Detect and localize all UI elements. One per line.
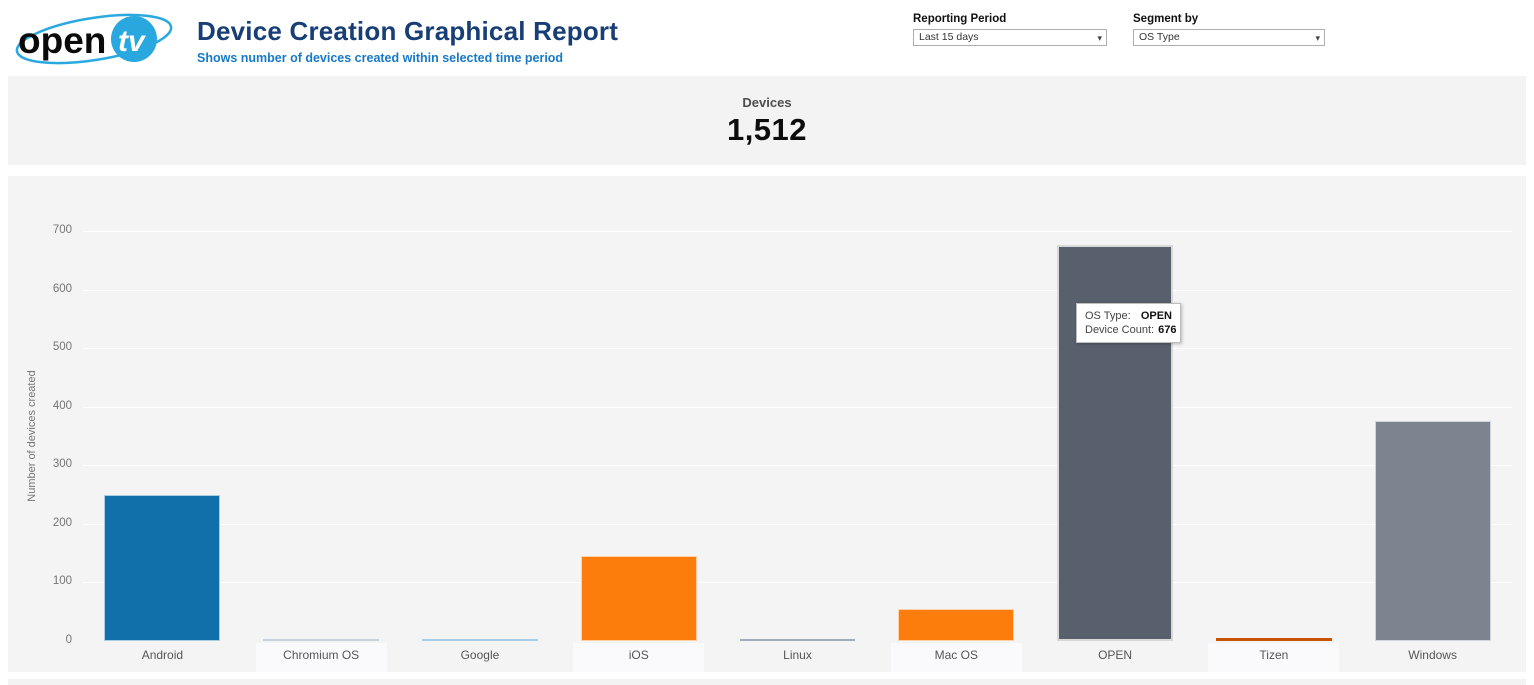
- opentv-logo: open tv: [12, 8, 177, 75]
- tooltip-device-count-value: 676: [1158, 323, 1176, 337]
- column-linux: [718, 231, 877, 641]
- devices-metric-card: Devices 1,512: [8, 76, 1526, 165]
- y-axis-title: Number of devices created: [26, 356, 38, 516]
- y-tick-0: 0: [20, 634, 72, 646]
- bar-mac-os[interactable]: [898, 609, 1014, 641]
- page-title: Device Creation Graphical Report: [197, 16, 618, 47]
- column-mac-os: [877, 231, 1036, 641]
- bar-chromium-os[interactable]: [263, 639, 379, 641]
- bar-android[interactable]: [104, 495, 220, 641]
- chart-tooltip: OS Type: OPEN Device Count: 676: [1076, 303, 1181, 343]
- tooltip-device-count-label: Device Count:: [1085, 323, 1154, 337]
- bottom-divider: [0, 672, 1534, 679]
- logo-word-open: open: [18, 20, 106, 61]
- segment-by-label: Segment by: [1133, 13, 1325, 25]
- column-ios: [559, 231, 718, 641]
- x-label-linux: Linux: [732, 643, 863, 672]
- column-android: [83, 231, 242, 641]
- segment-by-value: OS Type: [1139, 31, 1180, 43]
- x-label-chromium-os: Chromium OS: [256, 643, 387, 672]
- x-label-mac-os: Mac OS: [891, 643, 1022, 672]
- devices-metric-value: 1,512: [8, 112, 1526, 148]
- bar-ios[interactable]: [581, 556, 697, 641]
- opentv-logo-icon: open tv: [12, 8, 177, 70]
- page-subtitle: Shows number of devices created within s…: [197, 51, 618, 65]
- column-tizen: [1194, 231, 1353, 641]
- chevron-down-icon: ▾: [1097, 31, 1102, 46]
- y-tick-500: 500: [20, 341, 72, 353]
- reporting-period-label: Reporting Period: [913, 13, 1107, 25]
- column-google: [401, 231, 560, 641]
- x-axis-labels: Android Chromium OS Google iOS Linux Mac OS OP…: [83, 643, 1512, 672]
- chevron-down-icon: ▾: [1315, 31, 1320, 46]
- segment-by-select[interactable]: OS Type ▾: [1133, 29, 1325, 46]
- reporting-period-select[interactable]: Last 15 days ▾: [913, 29, 1107, 46]
- bar-windows[interactable]: [1375, 421, 1491, 641]
- segment-by-control: Segment by OS Type ▾: [1133, 13, 1325, 46]
- logo-word-tv: tv: [118, 25, 147, 58]
- y-tick-100: 100: [20, 575, 72, 587]
- x-label-windows: Windows: [1367, 643, 1498, 672]
- app-header: open tv Device Creation Graphical Report…: [0, 0, 1534, 76]
- tooltip-os-type-label: OS Type:: [1085, 309, 1131, 323]
- tooltip-device-count-row: Device Count: 676: [1085, 323, 1172, 337]
- bar-tizen[interactable]: [1216, 638, 1332, 641]
- y-tick-300: 300: [20, 458, 72, 470]
- plot-area: [83, 231, 1512, 641]
- x-label-android: Android: [97, 643, 228, 672]
- tooltip-os-type-value: OPEN: [1141, 309, 1172, 323]
- band-divider: [0, 165, 1534, 176]
- column-chromium-os: [242, 231, 401, 641]
- tooltip-os-type-row: OS Type: OPEN: [1085, 309, 1172, 323]
- y-tick-700: 700: [20, 224, 72, 236]
- devices-metric-label: Devices: [8, 95, 1526, 110]
- y-tick-200: 200: [20, 517, 72, 529]
- bar-google[interactable]: [422, 639, 538, 641]
- x-label-google: Google: [415, 643, 546, 672]
- x-label-tizen: Tizen: [1208, 643, 1339, 672]
- x-label-ios: iOS: [573, 643, 704, 672]
- column-windows: [1353, 231, 1512, 641]
- device-bar-chart: Number of devices created 0 100 200 300 400 5…: [8, 176, 1526, 672]
- reporting-period-value: Last 15 days: [919, 31, 979, 43]
- column-open: [1036, 231, 1195, 641]
- x-label-open: OPEN: [1050, 643, 1181, 672]
- y-tick-600: 600: [20, 283, 72, 295]
- bottom-band: [8, 679, 1526, 685]
- y-tick-400: 400: [20, 400, 72, 412]
- bar-linux[interactable]: [740, 639, 856, 641]
- reporting-period-control: Reporting Period Last 15 days ▾: [913, 13, 1107, 46]
